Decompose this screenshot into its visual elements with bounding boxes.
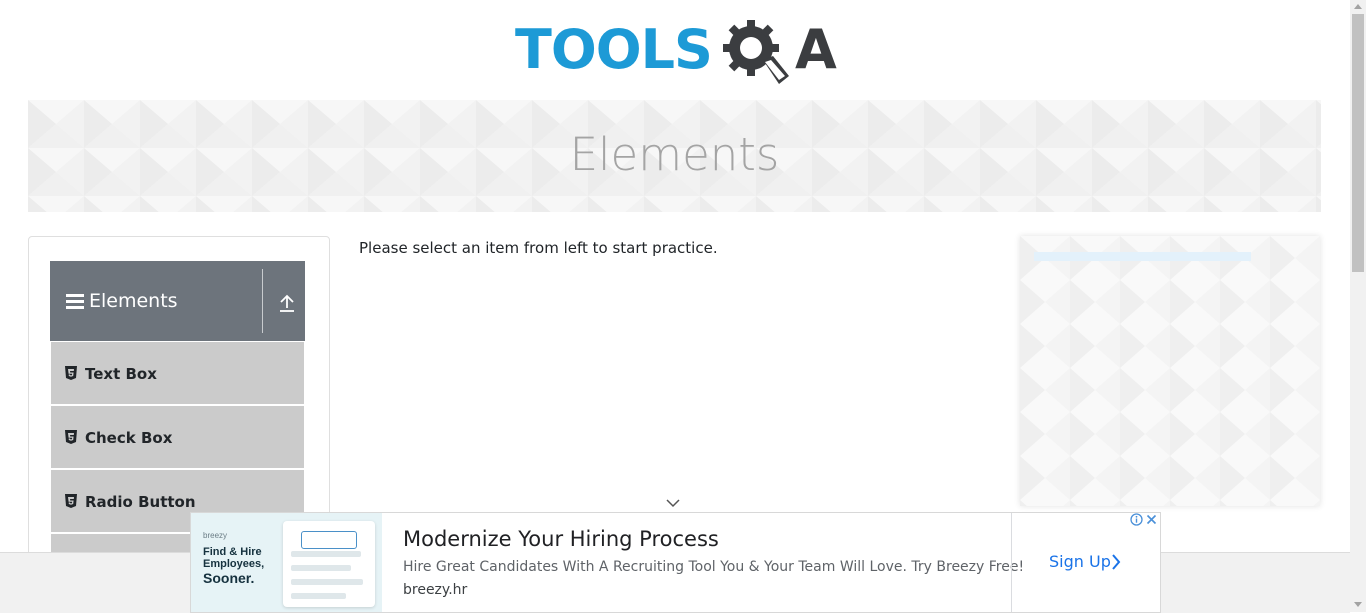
html5-icon bbox=[65, 430, 77, 444]
ad-close-icon[interactable] bbox=[1145, 513, 1158, 526]
adchoices-info-icon[interactable] bbox=[1130, 513, 1143, 526]
chevron-right-icon[interactable] bbox=[1111, 554, 1121, 570]
html5-icon bbox=[65, 494, 77, 508]
ad-loading-bar bbox=[1034, 252, 1251, 261]
gear-magnifier-icon bbox=[723, 20, 789, 84]
vertical-scrollbar[interactable] bbox=[1350, 0, 1366, 612]
instruction-text: Please select an item from left to start… bbox=[359, 239, 718, 257]
logo-a-letter: A bbox=[795, 18, 837, 81]
ad-domain[interactable]: breezy.hr bbox=[403, 581, 467, 599]
scroll-down-arrow-icon[interactable] bbox=[1354, 602, 1362, 607]
ad-thumbnail[interactable]: breezy Find & Hire Employees, Sooner. bbox=[191, 513, 382, 612]
group-header-title: Elements bbox=[89, 290, 178, 312]
page: TOOLS A Elements Elements Text Box Check… bbox=[0, 0, 1350, 613]
sidebar-item-text-box[interactable]: Text Box bbox=[51, 342, 304, 404]
chevron-down-icon[interactable] bbox=[666, 498, 680, 508]
logo-tools-text: TOOLS bbox=[515, 18, 713, 81]
sidebar-item-label: Check Box bbox=[85, 429, 173, 447]
upload-icon[interactable] bbox=[278, 293, 296, 313]
group-header-elements[interactable]: Elements bbox=[50, 261, 305, 341]
header-divider bbox=[262, 269, 263, 333]
hamburger-icon bbox=[66, 294, 84, 310]
bottom-ad-banner[interactable]: breezy Find & Hire Employees, Sooner. Mo… bbox=[190, 512, 1161, 613]
scroll-up-arrow-icon[interactable] bbox=[1354, 4, 1362, 9]
html5-icon bbox=[65, 366, 77, 380]
ad-cta-divider bbox=[1011, 513, 1012, 612]
page-title: Elements bbox=[569, 128, 780, 181]
sidebar-item-label: Text Box bbox=[85, 365, 157, 383]
scrollbar-thumb[interactable] bbox=[1352, 14, 1364, 272]
page-banner: Elements bbox=[28, 100, 1321, 212]
side-ad-placeholder bbox=[1020, 236, 1320, 506]
ad-thumb-popup bbox=[301, 531, 357, 549]
ad-signup-link[interactable]: Sign Up bbox=[1049, 552, 1111, 572]
ad-description: Hire Great Candidates With A Recruiting … bbox=[403, 559, 1025, 575]
ad-title[interactable]: Modernize Your Hiring Process bbox=[403, 526, 719, 552]
ad-thumb-brand: breezy bbox=[203, 531, 228, 540]
sidebar-item-check-box[interactable]: Check Box bbox=[51, 406, 304, 468]
toolsqa-logo[interactable]: TOOLS A bbox=[515, 14, 840, 92]
ad-thumb-headline: Find & Hire Employees, Sooner. bbox=[203, 546, 265, 586]
sidebar-item-label: Radio Button bbox=[85, 493, 196, 511]
ad-pattern bbox=[1020, 236, 1320, 506]
